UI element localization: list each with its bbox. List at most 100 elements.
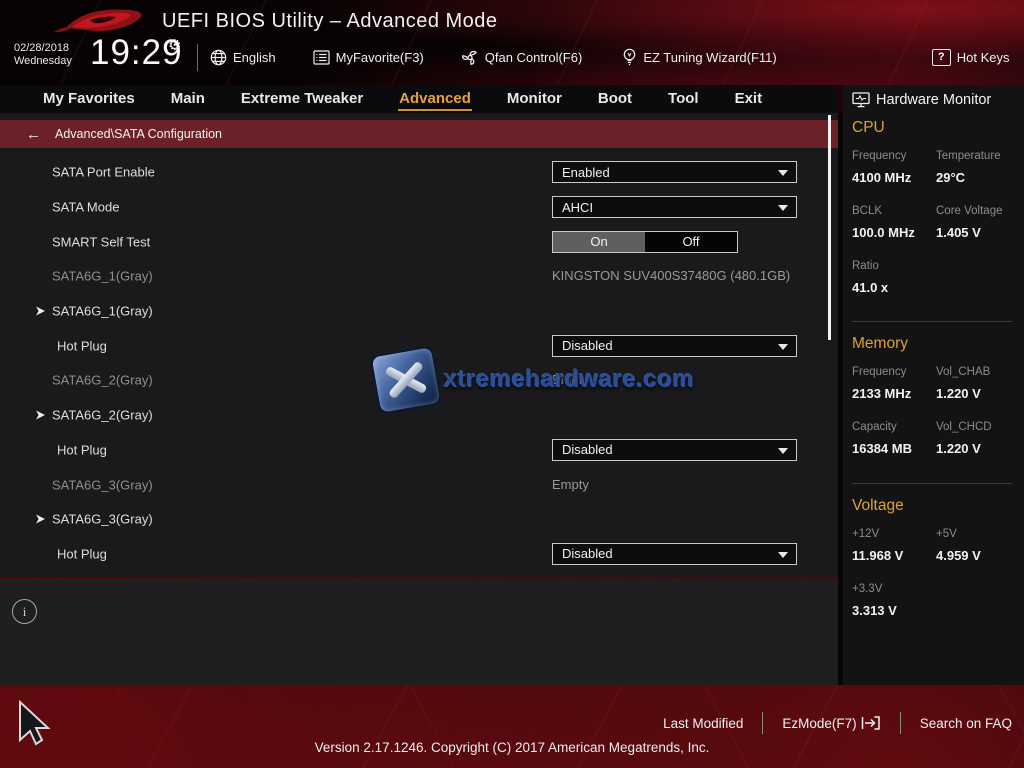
dropdown-value: Disabled	[562, 546, 613, 561]
topbar-menu: English MyFavorite(F3) Qfan	[210, 44, 1009, 70]
time-settings-gear-icon[interactable]: ⚙	[168, 36, 181, 54]
tab-tool[interactable]: Tool	[667, 87, 700, 111]
top-bar: UEFI BIOS Utility – Advanced Mode 02/28/…	[0, 0, 1024, 85]
hot-keys-label: Hot Keys	[957, 50, 1010, 65]
sidebar-divider	[852, 321, 1012, 322]
hot-plug-dropdown-1[interactable]: Disabled	[552, 335, 797, 357]
date-value: 02/28/2018	[14, 42, 72, 55]
globe-icon	[210, 49, 227, 66]
device-name: KINGSTON SUV400S37480G (480.1GB)	[552, 268, 790, 283]
cpu-core-voltage: Core Voltage 1.405 V	[936, 205, 1014, 241]
tab-monitor[interactable]: Monitor	[506, 87, 563, 111]
toggle-off-option[interactable]: Off	[645, 232, 737, 252]
footer-links: Last Modified EzMode(F7) Search on FAQ	[663, 712, 1012, 734]
memory-vol-chab: Vol_CHAB 1.220 V	[936, 366, 1014, 402]
back-arrow-icon[interactable]: ←	[26, 126, 41, 143]
chevron-down-icon	[778, 344, 788, 350]
setting-label: Hot Plug	[57, 546, 107, 561]
hot-plug-dropdown-2[interactable]: Disabled	[552, 439, 797, 461]
voltage-5v: +5V 4.959 V	[936, 528, 1014, 564]
chevron-down-icon	[778, 170, 788, 176]
chevron-down-icon	[778, 552, 788, 558]
setting-label: Hot Plug	[57, 442, 107, 457]
setting-row-hot-plug-2: Hot Plug Disabled	[0, 433, 838, 468]
qfan-label: Qfan Control(F6)	[485, 50, 583, 65]
exit-to-ezmode-icon	[861, 715, 881, 731]
setting-row-smart-self-test: SMART Self Test On Off	[0, 224, 838, 259]
device-name: Empty	[552, 372, 589, 387]
memory-section-title: Memory	[852, 335, 1014, 355]
smart-self-test-toggle: On Off	[552, 231, 738, 253]
setting-row-hot-plug-1: Hot Plug Disabled	[0, 328, 838, 363]
dropdown-value: Disabled	[562, 442, 613, 457]
cpu-bclk: BCLK 100.0 MHz	[852, 205, 936, 241]
version-text: Version 2.17.1246. Copyright (C) 2017 Am…	[0, 740, 1024, 755]
hardware-monitor-panel: Hardware Monitor CPU Frequency 4100 MHz …	[843, 85, 1024, 685]
hot-plug-dropdown-3[interactable]: Disabled	[552, 543, 797, 565]
bulb-icon	[622, 48, 637, 66]
toggle-on-option[interactable]: On	[553, 232, 645, 252]
port-label: SATA6G_2(Gray)	[52, 373, 153, 388]
dropdown-value: Enabled	[562, 165, 610, 180]
voltage-section: Voltage +12V 11.968 V +5V 4.959 V +3.3V …	[852, 497, 1014, 619]
memory-frequency: Frequency 2133 MHz	[852, 366, 936, 402]
tab-boot[interactable]: Boot	[597, 87, 633, 111]
voltage-section-title: Voltage	[852, 497, 1014, 517]
setting-row-sata-mode: SATA Mode AHCI	[0, 190, 838, 225]
sidebar-divider	[852, 483, 1012, 484]
submenu-label: SATA6G_3(Gray)	[52, 512, 153, 527]
myfavorite-label: MyFavorite(F3)	[336, 50, 424, 65]
sata-configuration-panel: ← Advanced\SATA Configuration SATA Port …	[0, 113, 838, 578]
app-title: UEFI BIOS Utility – Advanced Mode	[162, 10, 498, 33]
memory-vol-chcd: Vol_CHCD 1.220 V	[936, 421, 1014, 457]
chevron-down-icon	[778, 205, 788, 211]
ez-tuning-label: EZ Tuning Wizard(F11)	[643, 50, 776, 65]
footer-divider	[762, 712, 763, 734]
weekday-value: Wednesday	[14, 55, 72, 68]
cpu-section: CPU Frequency 4100 MHz Temperature 29°C …	[852, 119, 1014, 296]
submenu-arrow-icon	[36, 307, 45, 316]
info-row-sata6g3: SATA6G_3(Gray) Empty	[0, 467, 838, 502]
qfan-control-button[interactable]: Qfan Control(F6)	[461, 49, 583, 66]
submenu-label: SATA6G_2(Gray)	[52, 408, 153, 423]
info-row-sata6g1: SATA6G_1(Gray) KINGSTON SUV400S37480G (4…	[0, 259, 838, 294]
list-icon	[313, 50, 330, 65]
info-row-sata6g2: SATA6G_2(Gray) Empty	[0, 363, 838, 398]
sata-port-enable-dropdown[interactable]: Enabled	[552, 161, 797, 183]
setting-label: SATA Mode	[52, 200, 119, 215]
submenu-arrow-icon	[36, 411, 45, 420]
cpu-frequency: Frequency 4100 MHz	[852, 150, 936, 186]
nav-tab-bar: My Favorites Main Extreme Tweaker Advanc…	[0, 85, 838, 113]
voltage-12v: +12V 11.968 V	[852, 528, 936, 564]
setting-row-hot-plug-3: Hot Plug Disabled	[0, 537, 838, 572]
cpu-ratio: Ratio 41.0 x	[852, 260, 936, 296]
tab-my-favorites[interactable]: My Favorites	[42, 87, 136, 111]
link-row-sata6g1[interactable]: SATA6G_1(Gray)	[0, 294, 838, 329]
link-row-sata6g2[interactable]: SATA6G_2(Gray)	[0, 398, 838, 433]
tab-exit[interactable]: Exit	[734, 87, 764, 111]
tab-advanced[interactable]: Advanced	[398, 87, 472, 111]
hot-keys-button[interactable]: ? Hot Keys	[932, 49, 1010, 66]
search-on-faq-button[interactable]: Search on FAQ	[920, 716, 1012, 731]
port-label: SATA6G_1(Gray)	[52, 269, 153, 284]
cpu-section-title: CPU	[852, 119, 1014, 139]
footer-divider	[900, 712, 901, 734]
setting-row-sata-port-enable: SATA Port Enable Enabled	[0, 155, 838, 190]
scrollbar[interactable]	[828, 115, 831, 340]
last-modified-button[interactable]: Last Modified	[663, 716, 743, 731]
submenu-label: SATA6G_1(Gray)	[52, 304, 153, 319]
device-name: Empty	[552, 477, 589, 492]
tab-extreme-tweaker[interactable]: Extreme Tweaker	[240, 87, 364, 111]
help-info-panel: i	[0, 580, 838, 685]
ez-tuning-wizard-button[interactable]: EZ Tuning Wizard(F11)	[622, 48, 776, 66]
question-icon: ?	[932, 49, 951, 66]
date-display: 02/28/2018 Wednesday	[14, 42, 72, 68]
ezmode-button[interactable]: EzMode(F7)	[782, 715, 880, 731]
language-button[interactable]: English	[210, 49, 276, 66]
sata-mode-dropdown[interactable]: AHCI	[552, 196, 797, 218]
link-row-sata6g3[interactable]: SATA6G_3(Gray)	[0, 502, 838, 537]
tab-main[interactable]: Main	[170, 87, 206, 111]
submenu-arrow-icon	[36, 515, 45, 524]
myfavorite-button[interactable]: MyFavorite(F3)	[313, 50, 424, 65]
breadcrumb: ← Advanced\SATA Configuration	[0, 120, 838, 148]
